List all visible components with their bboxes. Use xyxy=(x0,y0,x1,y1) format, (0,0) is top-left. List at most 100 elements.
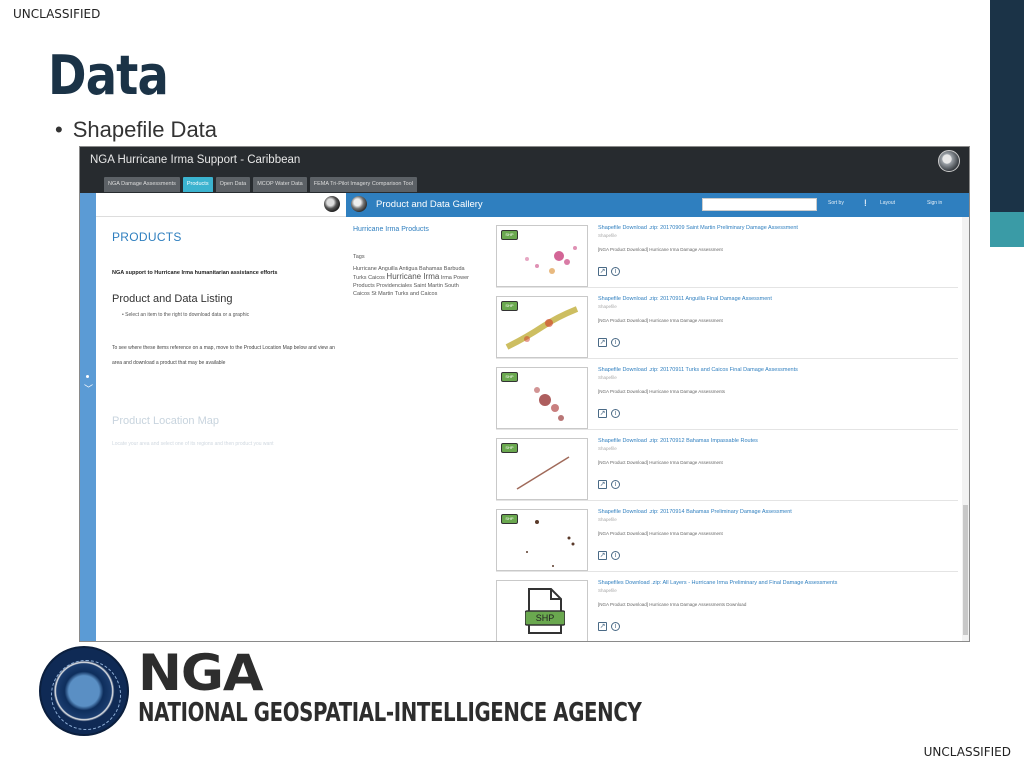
gallery-title: Product and Data Gallery xyxy=(376,199,483,210)
open-icon[interactable]: ↗ xyxy=(598,338,607,347)
product-gallery: Product and Data Gallery Sort by ⵑ Layou… xyxy=(346,193,969,641)
item-title[interactable]: Shapefile Download .zip: 20170909 Saint … xyxy=(598,225,798,231)
seal-ring xyxy=(51,660,121,730)
bullet-point: • Shapefile Data xyxy=(55,117,217,143)
open-icon[interactable]: ↗ xyxy=(598,622,607,631)
shapefile-icon: SHP xyxy=(525,588,565,634)
info-icon[interactable]: i xyxy=(611,480,620,489)
chevron-down-icon[interactable]: ﹀ xyxy=(84,382,93,395)
shp-badge: SHP xyxy=(501,230,518,240)
info-icon[interactable]: i xyxy=(611,622,620,631)
item-type: Shapefile xyxy=(598,517,617,522)
shp-badge: SHP xyxy=(501,443,518,453)
list-item[interactable]: SHP Shapefile Download .zip: 20170914 Ba… xyxy=(496,501,958,572)
scroll-thumb[interactable] xyxy=(963,505,968,635)
tags-label: Tags xyxy=(353,254,365,260)
item-title[interactable]: Shapefiles Download .zip: All Layers - H… xyxy=(598,580,837,586)
accent-bar-teal xyxy=(990,212,1024,247)
shp-badge: SHP xyxy=(501,372,518,382)
tab-products[interactable]: Products xyxy=(182,177,213,192)
info-icon[interactable]: i xyxy=(611,551,620,560)
item-type: Shapefile xyxy=(598,304,617,309)
item-title[interactable]: Shapefile Download .zip: 20170911 Turks … xyxy=(598,367,798,373)
app-header: NGA Hurricane Irma Support - Caribbean N… xyxy=(80,147,969,193)
list-item[interactable]: SHP Shapefiles Download .zip: All Layers… xyxy=(496,572,958,641)
map-heading: Product Location Map xyxy=(112,415,220,427)
gallery-scrollbar[interactable] xyxy=(962,217,969,641)
tag-cloud: Tags Hurricane Anguilla Antigua Bahamas … xyxy=(353,253,473,298)
products-paragraph: To see where these items reference on a … xyxy=(112,345,335,366)
gallery-list: SHP Shapefile Download .zip: 20170909 Sa… xyxy=(496,217,958,641)
bullet-dot: • xyxy=(55,117,63,142)
globe-icon[interactable] xyxy=(324,196,340,212)
thumbnail[interactable]: SHP xyxy=(496,438,588,500)
sort-button[interactable]: Sort by xyxy=(828,200,844,206)
globe-icon[interactable] xyxy=(351,196,367,212)
app-title: NGA Hurricane Irma Support - Caribbean xyxy=(90,154,301,166)
item-actions: ↗ i xyxy=(598,480,620,489)
tab-fema-imagery-tool[interactable]: FEMA Tri-Pilot Imagery Comparison Tool xyxy=(309,177,417,192)
app-tabs: NGA Damage Assessments Products Open Dat… xyxy=(104,177,417,192)
dot-icon xyxy=(86,375,89,378)
slide-title: Data xyxy=(48,44,169,107)
tab-damage-assessments[interactable]: NGA Damage Assessments xyxy=(104,177,180,192)
support-text: NGA support to Hurricane Irma humanitari… xyxy=(112,270,278,276)
bullet-text: Shapefile Data xyxy=(72,117,218,142)
accent-bar-dark xyxy=(990,0,1024,212)
shp-badge: SHP xyxy=(501,514,518,524)
info-icon[interactable]: ⵑ xyxy=(864,198,867,209)
thumbnail[interactable]: SHP xyxy=(496,580,588,641)
sidebar-collapse-strip[interactable]: ﹀ xyxy=(80,193,96,641)
item-title[interactable]: Shapefile Download .zip: 20170911 Anguil… xyxy=(598,296,772,302)
info-icon[interactable]: i xyxy=(611,267,620,276)
thumbnail[interactable]: SHP xyxy=(496,509,588,571)
list-item[interactable]: SHP Shapefile Download .zip: 20170911 Tu… xyxy=(496,359,958,430)
gallery-sidebar: Hurricane Irma Products Tags Hurricane A… xyxy=(346,217,486,641)
products-heading: PRODUCTS xyxy=(112,230,182,244)
item-title[interactable]: Shapefile Download .zip: 20170912 Bahama… xyxy=(598,438,758,444)
info-icon[interactable]: i xyxy=(611,338,620,347)
thumbnail[interactable]: SHP xyxy=(496,296,588,358)
item-actions: ↗ i xyxy=(598,551,620,560)
item-actions: ↗ i xyxy=(598,267,620,276)
tab-open-data[interactable]: Open Data xyxy=(215,177,251,192)
list-item[interactable]: SHP Shapefile Download .zip: 20170911 An… xyxy=(496,288,958,359)
item-description: [NGA Product Download] Hurricane Irma Da… xyxy=(598,247,723,252)
nga-acronym: NGA xyxy=(138,644,264,702)
sign-in-button[interactable]: Sign in xyxy=(927,200,942,206)
app-body: ﹀ PRODUCTS NGA support to Hurricane Irma… xyxy=(80,193,969,641)
products-panel-topbar xyxy=(96,193,346,217)
item-title[interactable]: Shapefile Download .zip: 20170914 Bahama… xyxy=(598,509,792,515)
item-type: Shapefile xyxy=(598,375,617,380)
item-type: Shapefile xyxy=(598,233,617,238)
open-icon[interactable]: ↗ xyxy=(598,267,607,276)
open-icon[interactable]: ↗ xyxy=(598,551,607,560)
thumbnail[interactable]: SHP xyxy=(496,225,588,287)
layout-button[interactable]: Layout xyxy=(880,200,895,206)
item-type: Shapefile xyxy=(598,446,617,451)
list-item[interactable]: SHP Shapefile Download .zip: 20170909 Sa… xyxy=(496,217,958,288)
item-description: [NGA Product Download] Hurricane Irma Da… xyxy=(598,460,723,465)
item-type: Shapefile xyxy=(598,588,617,593)
sidebar-heading[interactable]: Hurricane Irma Products xyxy=(353,226,429,233)
info-icon[interactable]: i xyxy=(611,409,620,418)
open-icon[interactable]: ↗ xyxy=(598,409,607,418)
slide: UNCLASSIFIED Data • Shapefile Data NGA Hu… xyxy=(0,0,1024,768)
open-icon[interactable]: ↗ xyxy=(598,480,607,489)
item-description: [NGA Product Download] Hurricane Irma Da… xyxy=(598,602,747,607)
thumbnail[interactable]: SHP xyxy=(496,367,588,429)
listing-hint: • Select an item to the right to downloa… xyxy=(122,312,250,318)
tab-mcop-water-data[interactable]: MCOP Water Data xyxy=(253,177,307,192)
nga-seal-icon xyxy=(39,646,129,736)
nga-full-name: NATIONAL GEOSPATIAL-INTELLIGENCE AGENCY xyxy=(138,698,642,728)
gallery-search-input[interactable] xyxy=(702,198,817,211)
map-subtext: Locate your area and select one of its r… xyxy=(112,441,274,447)
list-item[interactable]: SHP Shapefile Download .zip: 20170912 Ba… xyxy=(496,430,958,501)
item-description: [NGA Product Download] Hurricane Irma Da… xyxy=(598,318,723,323)
globe-icon[interactable] xyxy=(938,150,960,172)
classification-top: UNCLASSIFIED xyxy=(13,7,101,21)
gallery-header: Product and Data Gallery Sort by ⵑ Layou… xyxy=(346,193,969,217)
tag-hurricane-irma[interactable]: Hurricane Irma xyxy=(386,272,439,281)
shp-badge: SHP xyxy=(501,301,518,311)
item-actions: ↗ i xyxy=(598,338,620,347)
